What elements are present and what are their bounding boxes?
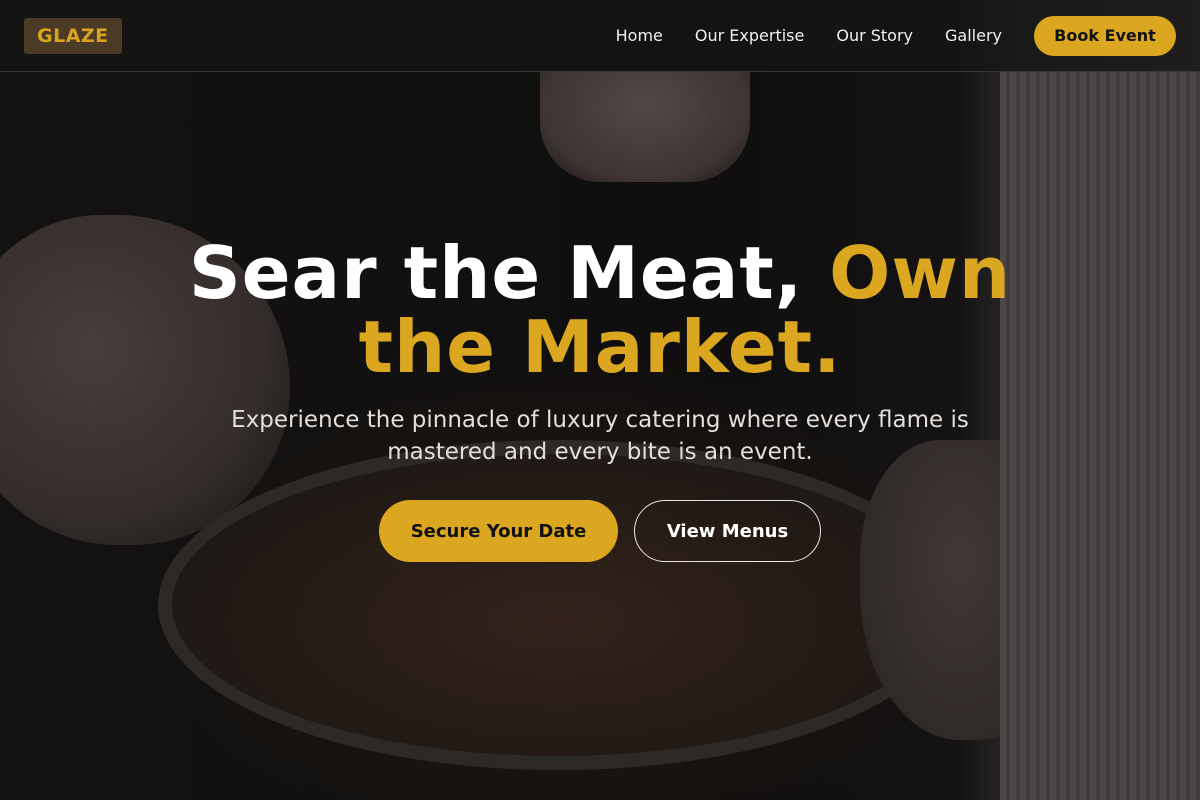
- nav-menu: Home Our Expertise Our Story Gallery Boo…: [616, 15, 1176, 56]
- view-menus-button[interactable]: View Menus: [634, 500, 821, 562]
- nav-link-our-story[interactable]: Our Story: [836, 26, 913, 45]
- hero-section: Sear the Meat, Own the Market. Experienc…: [0, 236, 1200, 562]
- book-event-button[interactable]: Book Event: [1034, 15, 1176, 56]
- headline-accent-text-2: the Market.: [358, 305, 842, 389]
- top-navigation: GLAZE Home Our Expertise Our Story Galle…: [0, 0, 1200, 72]
- secure-your-date-button[interactable]: Secure Your Date: [379, 500, 618, 562]
- hero-subtext: Experience the pinnacle of luxury cateri…: [231, 407, 969, 465]
- headline-accent-text-1: Own: [829, 231, 1012, 315]
- brand-logo[interactable]: GLAZE: [24, 17, 122, 54]
- nav-link-gallery[interactable]: Gallery: [945, 26, 1002, 45]
- nav-link-home[interactable]: Home: [616, 26, 663, 45]
- nav-link-our-expertise[interactable]: Our Expertise: [695, 26, 804, 45]
- hero-cta-row: Secure Your Date View Menus: [0, 500, 1200, 562]
- headline-white-text: Sear the Meat,: [188, 231, 830, 315]
- hero-headline: Sear the Meat, Own the Market.: [0, 236, 1200, 384]
